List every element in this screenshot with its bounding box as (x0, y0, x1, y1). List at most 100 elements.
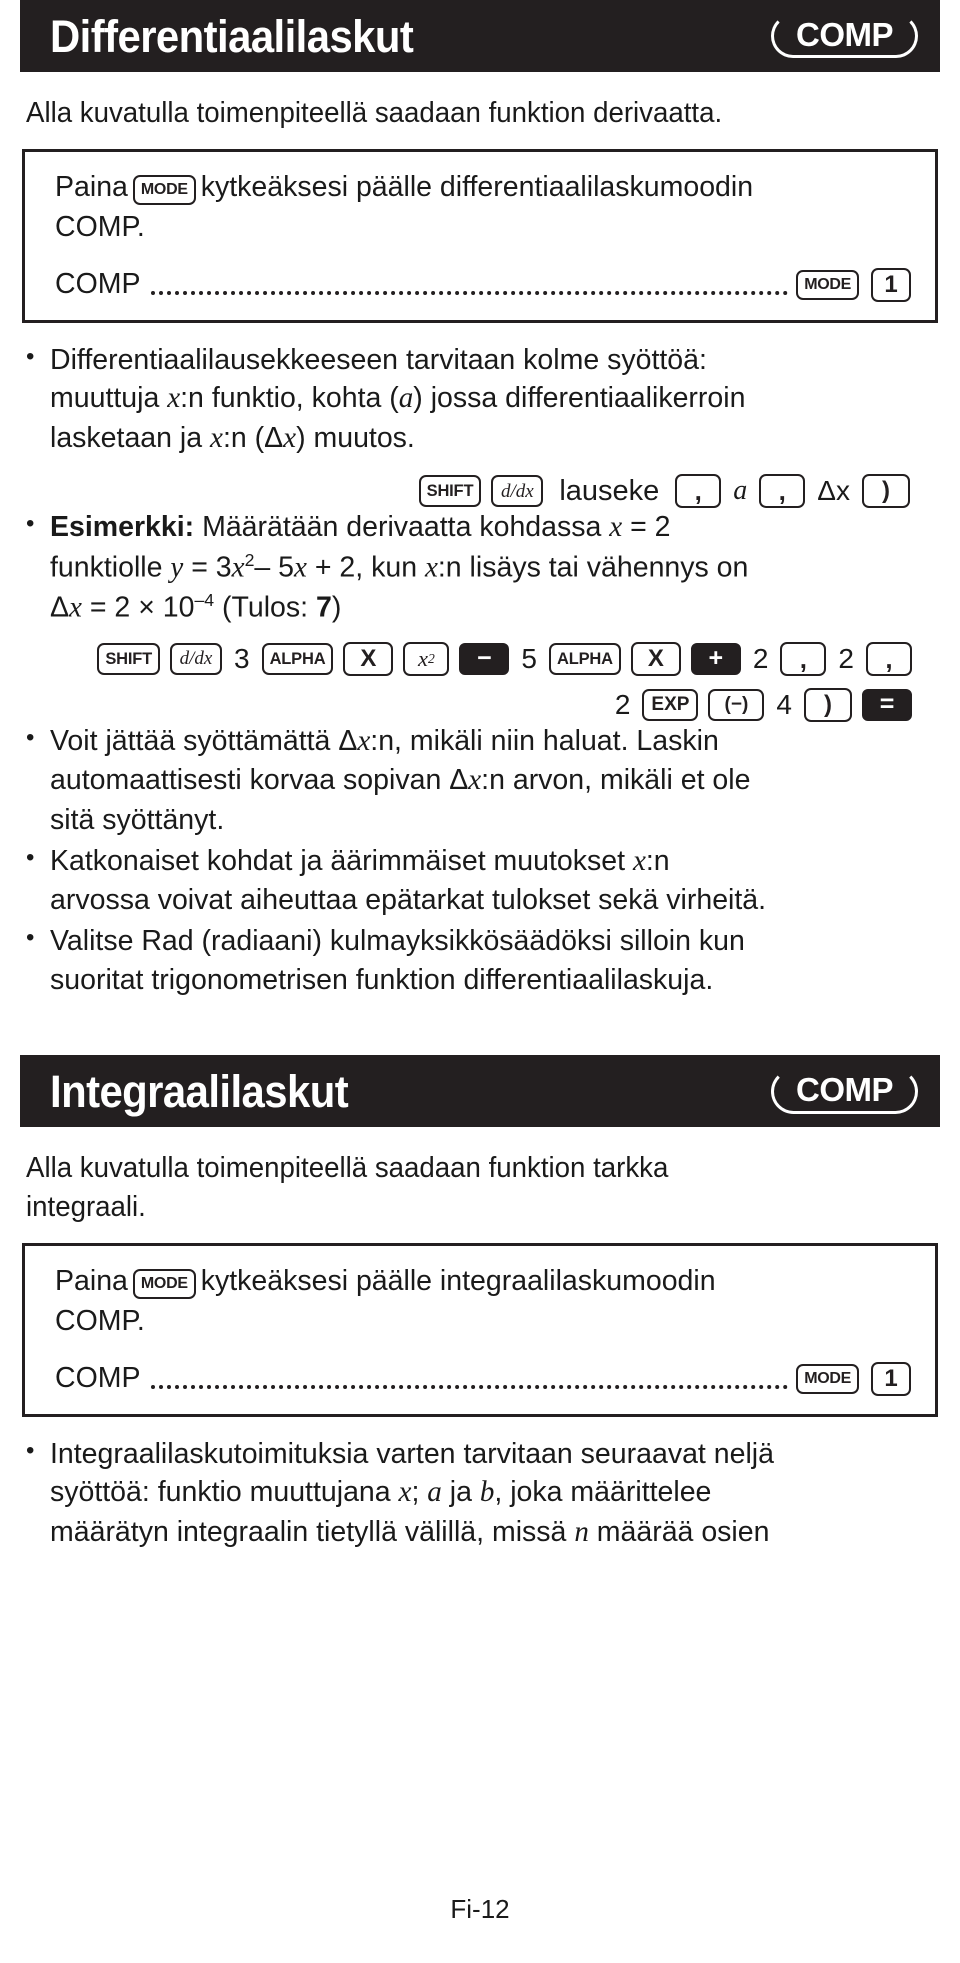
discont-text-b: arvossa voivat aiheuttaa epätarkat tulok… (50, 884, 767, 917)
mode-key-icon[interactable]: MODE (132, 1268, 196, 1299)
x-squared-key-icon[interactable]: x2 (403, 641, 450, 676)
minus-key-icon[interactable]: − (459, 642, 510, 675)
bullet-text-line-3a: lasketaan ja (50, 421, 211, 454)
var-x: x (357, 724, 371, 757)
comma-key-icon[interactable]: , (759, 474, 806, 509)
bullet-text-line-2c: ) jossa differentiaalikerroin (413, 382, 746, 415)
mode-key-icon[interactable]: MODE (796, 269, 859, 300)
comma-key-icon[interactable]: , (866, 641, 912, 676)
note-line-comp: COMP. (55, 208, 911, 248)
ddx-key-icon[interactable]: d/dx (491, 475, 544, 508)
var-x: x (231, 551, 245, 584)
list-item-rad-mode: Valitse Rad (radiaani) kulmayksikkösäädö… (24, 921, 936, 1000)
omit-text-b2: :n arvon, mikäli et ole (481, 764, 751, 797)
exponent-2: 2 (244, 549, 255, 570)
example-text-b-post: + 2, kun (306, 551, 425, 584)
bullet-list-integral: Integraalilaskutoimituksia varten tarvit… (24, 1434, 936, 1553)
example-text-c-pre: Δ (50, 591, 70, 624)
alpha-key-icon[interactable]: ALPHA (261, 642, 334, 675)
number-key-1-icon[interactable]: 1 (871, 267, 911, 302)
close-paren-key-icon[interactable]: ) (862, 474, 910, 509)
page-title-differential: Differentiaalilaskut (50, 10, 414, 62)
mode-badge-comp-differential: COMP (771, 13, 918, 59)
shift-key-icon[interactable]: SHIFT (97, 642, 160, 675)
note-line-press-mode: Paina MODE kytkeäksesi päälle integraali… (55, 1262, 911, 1302)
list-item-omit-delta: Voit jättää syöttämättä Δx:n, mikäli nii… (24, 721, 936, 840)
bullet-text-line-1: Differentiaalilausekkeeseen tarvitaan ko… (50, 343, 707, 376)
integral-text-b-post: , joka määrittelee (494, 1476, 712, 1509)
note-box-differential: Paina MODE kytkeäksesi päälle differenti… (22, 148, 938, 323)
list-item-discontinuous: Katkonaiset kohdat ja äärimmäiset muutok… (24, 841, 936, 920)
exponent-minus-4: –4 (194, 589, 215, 610)
example-result-value: 7 (316, 591, 332, 624)
mode-key-icon[interactable]: MODE (132, 174, 196, 205)
var-x: x (468, 764, 482, 797)
page-footer: Fi-12 (450, 1894, 510, 1924)
mode-key-icon[interactable]: MODE (796, 1363, 859, 1394)
mode-badge-comp-integral: COMP (771, 1069, 918, 1114)
ddx-key-icon[interactable]: d/dx (170, 642, 222, 675)
rad-text-a: Valitse Rad (radiaani) kulmayksikkösäädö… (50, 924, 745, 957)
var-b: b (479, 1476, 495, 1509)
list-item-three-inputs: Differentiaalilausekkeeseen tarvitaan ko… (24, 340, 936, 459)
integral-text-c-pre: määrätyn integraalin tietyllä välillä, m… (50, 1515, 575, 1548)
example-text-c-close: ) (331, 591, 342, 624)
shift-key-icon[interactable]: SHIFT (418, 475, 482, 508)
negative-sign-key-icon[interactable]: (−) (708, 688, 765, 721)
intro-integral-line-2: integraali. (26, 1191, 146, 1224)
note-suffix: kytkeäksesi päälle differentiaalilaskumo… (200, 170, 754, 203)
mode-selection-row-differential: COMP MODE 1 (55, 267, 911, 302)
intro-text-integral: Alla kuvatulla toimenpiteellä saadaan fu… (26, 1149, 907, 1227)
var-a: a (398, 382, 414, 415)
omit-text-c: sitä syöttänyt. (50, 803, 225, 836)
note-suffix: kytkeäksesi päälle integraalilaskumoodin (200, 1264, 716, 1297)
var-x: x (210, 421, 223, 454)
var-a: a (427, 1476, 442, 1509)
var-x: x (398, 1476, 412, 1509)
key-sequence-derivative-syntax: SHIFT d/dx lauseke , a , Δx ) (24, 474, 910, 509)
digit-3: 3 (234, 642, 250, 674)
section-header-integral: Integraalilaskut COMP (20, 1055, 940, 1128)
discont-text-a: Katkonaiset kohdat ja äärimmäiset muutok… (50, 844, 633, 877)
digit-4: 4 (776, 688, 792, 720)
example-text-c: = 2 × 10 (81, 591, 195, 624)
digit-2: 2 (614, 688, 631, 720)
integral-text-b-mid: ; (411, 1476, 428, 1509)
equals-key-icon[interactable]: = (862, 688, 912, 721)
alpha-key-icon[interactable]: ALPHA (549, 642, 621, 675)
example-text-a-eq: = 2 (622, 511, 671, 544)
plus-key-icon[interactable]: + (690, 642, 741, 675)
key-sequence-example-row-1: SHIFT d/dx 3 ALPHA X x2 − 5 ALPHA X + 2 … (24, 641, 912, 676)
example-text-b-mid: – 5 (254, 551, 295, 584)
syntax-var-delta-x: Δx (817, 475, 850, 507)
digit-2: 2 (752, 642, 769, 674)
dotted-leader (150, 1384, 789, 1389)
close-paren-key-icon[interactable]: ) (804, 687, 852, 722)
digit-2: 2 (838, 642, 854, 674)
syntax-word-lauseke: lauseke (559, 474, 660, 507)
mode-row-label: COMP (55, 1362, 141, 1395)
bullet-text-line-2a: muuttuja (50, 382, 168, 415)
x-variable-key-icon[interactable]: X (343, 641, 394, 676)
note-line-2: COMP. (55, 210, 145, 243)
var-x: x (609, 511, 623, 544)
mode-row-keys: MODE 1 (796, 267, 911, 302)
list-item-example: Esimerkki: Määrätään derivaatta kohdassa… (24, 507, 936, 628)
var-y: y (170, 551, 184, 584)
manual-page: Differentiaalilaskut COMP Alla kuvatulla… (0, 0, 960, 1963)
comma-key-icon[interactable]: , (780, 641, 827, 676)
comma-key-icon[interactable]: , (675, 474, 722, 509)
note-prefix: Paina (55, 170, 128, 203)
var-x: x (424, 551, 438, 584)
omit-text-a2: :n, mikäli niin haluat. Laskin (370, 724, 719, 757)
note-line-press-mode: Paina MODE kytkeäksesi päälle differenti… (55, 168, 911, 208)
x-variable-key-icon[interactable]: X (630, 641, 681, 676)
bullet-list-differential: Differentiaalilausekkeeseen tarvitaan ko… (24, 340, 936, 1000)
exp-key-icon[interactable]: EXP (642, 688, 699, 721)
integral-text-b-pre: syöttöä: funktio muuttujana (50, 1476, 399, 1509)
number-key-1-icon[interactable]: 1 (871, 1361, 911, 1396)
var-n: n (574, 1515, 589, 1548)
example-label: Esimerkki: (50, 511, 195, 544)
var-x: x (294, 551, 307, 584)
